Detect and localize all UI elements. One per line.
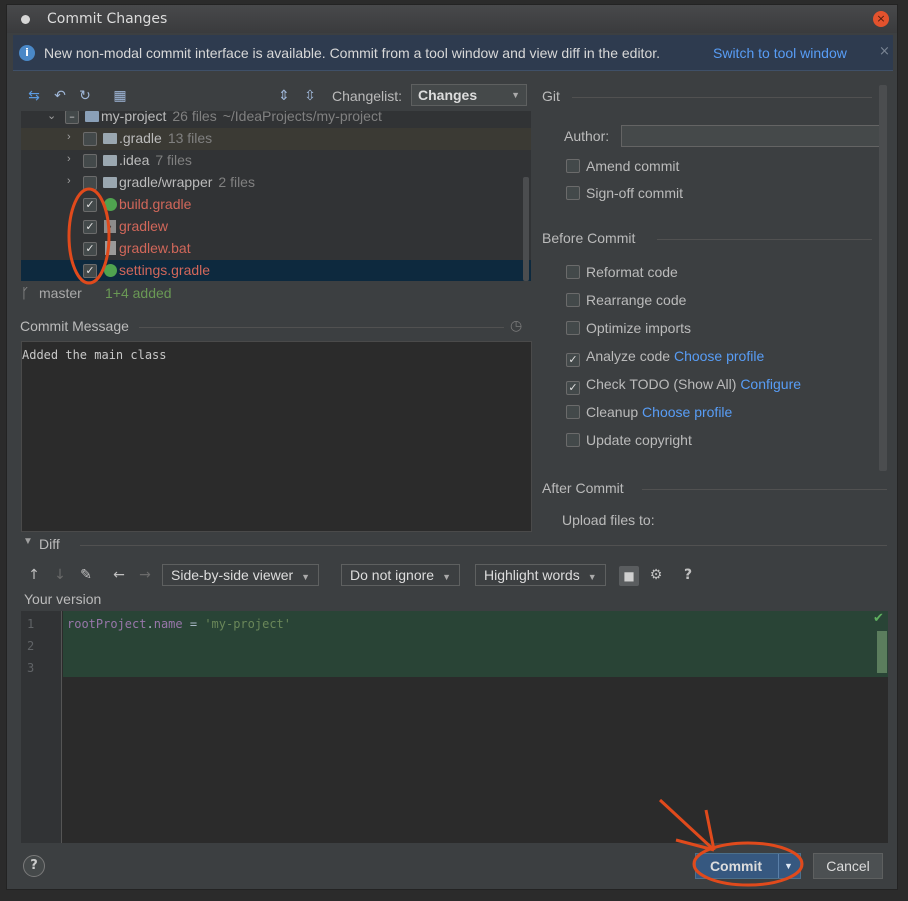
annotation-ellipse-checkboxes — [67, 187, 111, 285]
annotation-overlay — [67, 187, 804, 887]
